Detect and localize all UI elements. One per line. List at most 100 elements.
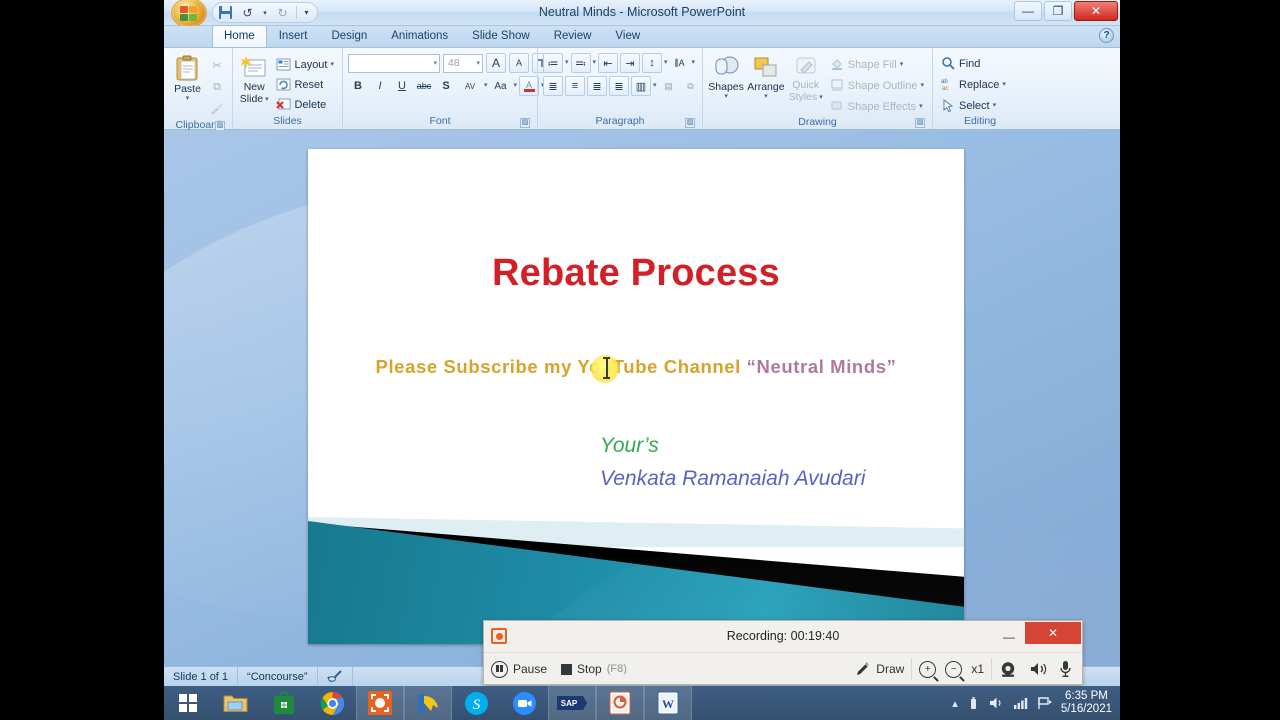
screen: ↺ ▾ ↻ ▾ Neutral Minds - Microsoft PowerP…: [0, 0, 1280, 720]
paragraph-dialog-launcher[interactable]: ▨: [685, 118, 695, 128]
delete-label: Delete: [294, 98, 327, 111]
decrease-indent-button[interactable]: ⇤: [598, 53, 619, 73]
select-button[interactable]: Select ▾: [938, 96, 999, 115]
columns-button[interactable]: ▥: [631, 76, 651, 96]
taskbar-skype[interactable]: S: [452, 686, 500, 720]
chevron-down-icon[interactable]: ▾: [653, 82, 657, 89]
text-shadow-button[interactable]: S: [436, 76, 456, 96]
slide-canvas[interactable]: Rebate Process Please Subscribe my YouTu…: [308, 149, 964, 644]
video-camera-icon: [512, 691, 536, 715]
arrange-button[interactable]: Arrange ▾: [747, 53, 785, 100]
network-icon[interactable]: [1013, 696, 1029, 710]
webcam-icon[interactable]: [999, 661, 1018, 678]
recorder-close-button[interactable]: ✕: [1025, 622, 1081, 644]
shape-fill-button[interactable]: Shape Fill ▾: [827, 55, 927, 74]
recorder-minimize-button[interactable]: —: [996, 627, 1022, 646]
speaker-icon[interactable]: [1029, 661, 1048, 677]
shrink-font-button[interactable]: A: [509, 53, 529, 73]
chevron-down-icon: ▾: [724, 93, 728, 100]
close-button[interactable]: ✕: [1074, 1, 1118, 21]
delete-slide-button[interactable]: Delete: [273, 95, 337, 114]
quick-styles-icon: [796, 57, 816, 74]
align-text-button[interactable]: ▤: [659, 76, 679, 96]
chevron-down-icon[interactable]: ▾: [593, 59, 597, 66]
spell-check-button[interactable]: [318, 667, 353, 686]
taskbar-screen-recorder[interactable]: [356, 686, 404, 720]
layout-button[interactable]: Layout ▾: [273, 55, 337, 74]
cut-button[interactable]: ✂: [207, 55, 227, 75]
start-button[interactable]: [164, 686, 212, 720]
underline-button[interactable]: U: [392, 76, 412, 96]
convert-smartart-button[interactable]: ⧉: [681, 76, 701, 96]
taskbar-microsoft-store[interactable]: [260, 686, 308, 720]
tab-insert[interactable]: Insert: [267, 25, 320, 47]
copy-button[interactable]: ⧉: [207, 77, 227, 97]
tab-view[interactable]: View: [603, 25, 652, 47]
taskbar-zoom[interactable]: [500, 686, 548, 720]
shape-effects-button[interactable]: Shape Effects ▾: [827, 97, 927, 116]
draw-button[interactable]: Draw: [847, 653, 911, 685]
stop-button[interactable]: Stop (F8): [554, 653, 634, 685]
font-dialog-launcher[interactable]: ▨: [520, 118, 530, 128]
shape-outline-button[interactable]: Shape Outline ▾: [827, 76, 927, 95]
strikethrough-button[interactable]: abc: [414, 76, 434, 96]
replace-button[interactable]: ab ac Replace ▾: [938, 75, 1009, 94]
chevron-down-icon[interactable]: ▾: [565, 59, 569, 66]
quick-styles-label-1: Quick: [792, 79, 820, 91]
tab-home[interactable]: Home: [212, 25, 267, 47]
show-hidden-icons-button[interactable]: ▴: [952, 697, 958, 710]
chevron-down-icon[interactable]: ▾: [484, 82, 488, 89]
line-spacing-button[interactable]: ↕: [642, 53, 663, 73]
tab-review[interactable]: Review: [542, 25, 604, 47]
chevron-down-icon[interactable]: ▾: [514, 82, 518, 89]
taskbar-word[interactable]: W: [644, 686, 692, 720]
shapes-button[interactable]: Shapes ▾: [708, 53, 744, 100]
font-size-input[interactable]: 48 ▾: [443, 53, 483, 73]
taskbar-sap[interactable]: SAP: [548, 686, 596, 720]
usb-icon[interactable]: [966, 696, 981, 711]
italic-button[interactable]: I: [370, 76, 390, 96]
bold-button[interactable]: B: [348, 76, 368, 96]
change-case-button[interactable]: Aa: [490, 76, 512, 96]
maximize-button[interactable]: ❐: [1044, 1, 1072, 21]
tab-animations[interactable]: Animations: [379, 25, 460, 47]
new-slide-button[interactable]: New Slide ▾: [238, 53, 270, 105]
font-name-input[interactable]: ▾: [348, 53, 440, 73]
bullets-button[interactable]: ≔: [543, 53, 563, 73]
taskbar-google-chrome[interactable]: [308, 686, 356, 720]
pause-button[interactable]: Pause: [484, 653, 554, 685]
text-direction-button[interactable]: ⫼A: [670, 53, 690, 73]
justify-button[interactable]: ≣: [609, 76, 629, 96]
align-center-button[interactable]: ≡: [565, 76, 585, 96]
share-arrow-icon: [417, 693, 438, 713]
chevron-down-icon[interactable]: ▾: [692, 59, 696, 66]
flag-icon[interactable]: [1037, 696, 1053, 711]
zoom-in-button[interactable]: +: [919, 660, 937, 678]
find-button[interactable]: Find: [938, 54, 983, 73]
quick-styles-button[interactable]: Quick Styles ▾: [788, 53, 824, 103]
character-spacing-button[interactable]: AV: [458, 76, 482, 96]
tab-slide-show[interactable]: Slide Show: [460, 25, 542, 47]
chevron-down-icon[interactable]: ▾: [664, 59, 668, 66]
reset-icon: [276, 77, 291, 92]
volume-icon[interactable]: [989, 696, 1005, 710]
grow-font-button[interactable]: A: [486, 53, 506, 73]
taskbar-powerpoint[interactable]: [596, 686, 644, 720]
reset-button[interactable]: Reset: [273, 75, 337, 94]
microphone-icon[interactable]: [1059, 660, 1072, 678]
align-left-button[interactable]: ≣: [543, 76, 563, 96]
paste-button[interactable]: Paste ▾: [169, 53, 206, 102]
increase-indent-button[interactable]: ⇥: [620, 53, 641, 73]
editing-label: Editing: [963, 115, 997, 127]
drawing-dialog-launcher[interactable]: ▨: [915, 118, 925, 128]
tab-design[interactable]: Design: [319, 25, 379, 47]
numbering-button[interactable]: ≕: [570, 53, 591, 73]
taskbar-file-explorer[interactable]: [212, 686, 260, 720]
zoom-out-button[interactable]: −: [945, 660, 963, 678]
help-button[interactable]: ?: [1099, 28, 1114, 43]
clock[interactable]: 6:35 PM 5/16/2021: [1061, 690, 1112, 716]
taskbar-media-app[interactable]: [404, 686, 452, 720]
align-right-button[interactable]: ≣: [587, 76, 607, 96]
minimize-button[interactable]: —: [1014, 1, 1042, 21]
format-painter-button[interactable]: 🖌: [207, 99, 227, 119]
